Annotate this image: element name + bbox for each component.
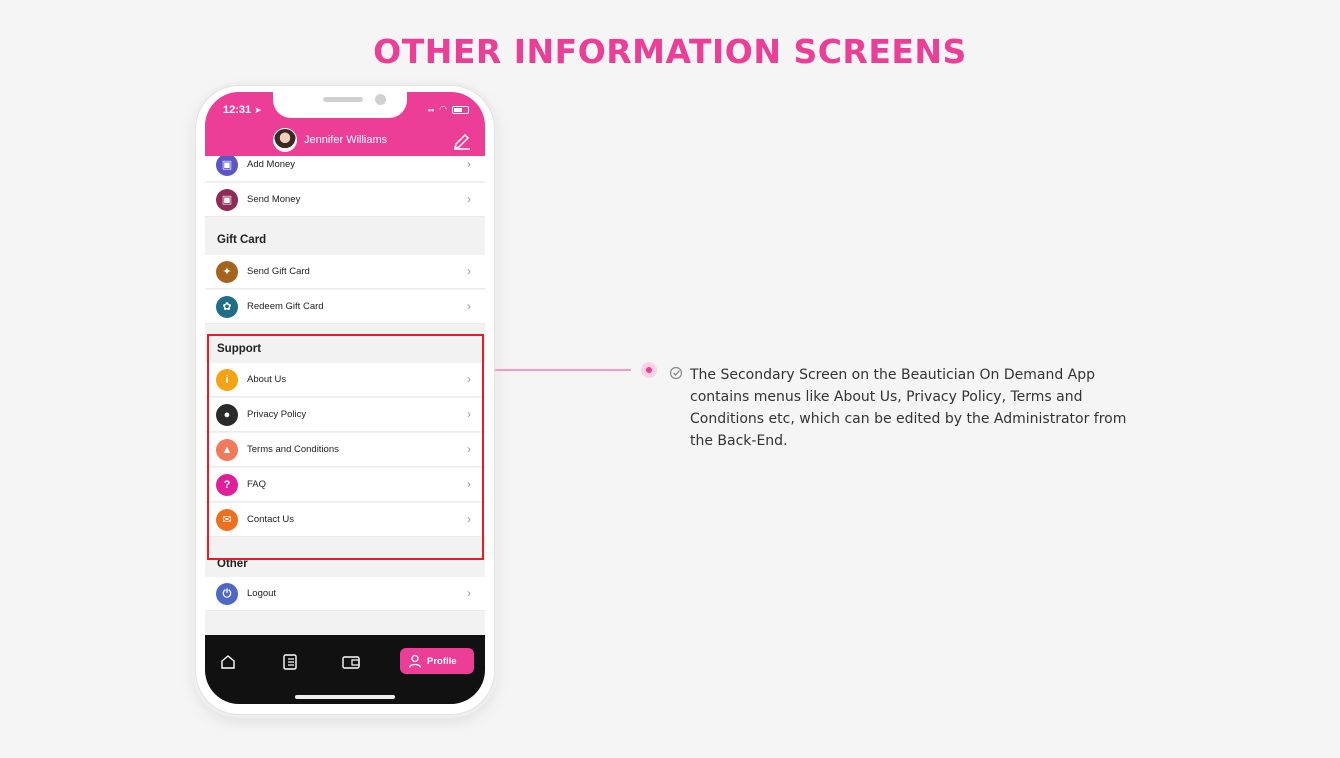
menu-item-label: Send Gift Card <box>247 266 310 277</box>
page-heading: OTHER INFORMATION SCREENS <box>373 32 967 71</box>
wallet-icon[interactable] <box>338 649 364 675</box>
bottom-tab-bar: Profile <box>205 635 485 704</box>
wifi-icon: ◠ <box>439 104 447 114</box>
menu-item-logout[interactable]: ⏻ Logout › <box>205 577 485 611</box>
signal-icon: ▪▪ <box>427 104 435 115</box>
callout-dot <box>641 362 657 378</box>
wallet-send-icon: ▣ <box>216 189 238 211</box>
location-arrow-icon: ➤ <box>254 105 262 115</box>
avatar[interactable] <box>273 128 297 152</box>
chevron-right-icon: › <box>467 586 471 600</box>
menu-item-add-money[interactable]: ▣ Add Money › <box>205 156 485 182</box>
front-camera <box>375 94 386 105</box>
menu-item-send-money[interactable]: ▣ Send Money › <box>205 183 485 217</box>
user-name: Jennifer Williams <box>304 134 388 146</box>
user-icon <box>408 654 422 668</box>
tab-profile[interactable]: Profile <box>400 648 474 674</box>
description-text: The Secondary Screen on the Beautician O… <box>690 367 1127 449</box>
gift-redeem-icon: ✿ <box>216 296 238 318</box>
menu-item-label: Logout <box>247 588 277 599</box>
edit-icon[interactable] <box>451 130 473 150</box>
status-icons: ▪▪ ◠ <box>428 104 469 115</box>
callout-dot-center <box>646 367 652 373</box>
status-time: 12:31 ➤ <box>223 104 262 116</box>
power-icon: ⏻ <box>216 583 238 605</box>
check-circle-icon <box>669 366 683 380</box>
tab-profile-label: Profile <box>427 656 457 667</box>
phone-notch <box>273 92 407 118</box>
chevron-right-icon: › <box>467 264 471 278</box>
app-header: 12:31 ➤ ▪▪ ◠ Jennifer Williams <box>205 92 485 156</box>
callout-connector-line <box>495 369 631 371</box>
wallet-plus-icon: ▣ <box>216 156 238 176</box>
chevron-right-icon: › <box>467 192 471 206</box>
menu-item-redeem-gift-card[interactable]: ✿ Redeem Gift Card › <box>205 290 485 324</box>
chevron-right-icon: › <box>467 157 471 171</box>
home-indicator[interactable] <box>295 695 395 699</box>
menu-item-label: Redeem Gift Card <box>247 301 324 312</box>
battery-icon <box>452 105 469 114</box>
gift-icon: ✦ <box>216 261 238 283</box>
speaker-grille <box>323 97 363 102</box>
menu-item-label: Send Money <box>247 194 301 205</box>
bookings-list-icon[interactable] <box>277 649 303 675</box>
support-highlight-box <box>207 334 484 560</box>
menu-item-send-gift-card[interactable]: ✦ Send Gift Card › <box>205 255 485 289</box>
chevron-right-icon: › <box>467 299 471 313</box>
menu-item-label: Add Money <box>247 159 296 170</box>
status-time-text: 12:31 <box>223 104 252 116</box>
home-icon[interactable] <box>215 649 241 675</box>
section-title-gift-card: Gift Card <box>217 234 267 246</box>
